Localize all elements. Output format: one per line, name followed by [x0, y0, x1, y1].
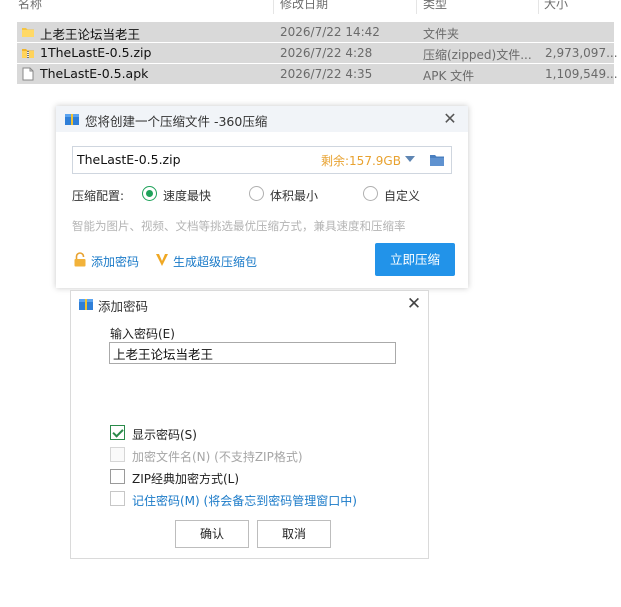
radio-selected-icon [142, 186, 157, 201]
file-type: 文件夹 [423, 27, 460, 41]
file-row[interactable]: TheLastE-0.5.apk 2026/7/22 4:35 APK 文件 1… [17, 64, 618, 84]
cancel-button[interactable]: 取消 [257, 520, 331, 548]
file-name: 1TheLastE-0.5.zip [40, 45, 152, 60]
add-password-dialog: 添加密码 ✕ 输入密码(E) 显示密码(S) 加密文件名(N) (不支持ZIP格… [70, 290, 429, 559]
lock-icon [74, 252, 86, 267]
zip-icon [22, 49, 34, 58]
confirm-button[interactable]: 确认 [175, 520, 249, 548]
column-header: 名称 修改日期 类型 大小 [0, 0, 621, 14]
remaining-space: 剩余:157.9GB [321, 154, 401, 168]
checkbox-unchecked-icon [110, 469, 125, 484]
column-divider[interactable] [538, 0, 539, 14]
radio-label: 速度最快 [163, 189, 212, 203]
output-filename[interactable]: TheLastE-0.5.zip [77, 152, 181, 167]
folder-icon [22, 28, 34, 37]
archive-app-icon [79, 299, 93, 310]
column-divider[interactable] [416, 0, 417, 14]
radio-label: 体积最小 [270, 189, 319, 203]
checkbox-checked-icon [110, 425, 125, 440]
file-size: 2,973,097... [545, 46, 618, 60]
dialog-title: 添加密码 [98, 299, 149, 314]
radio-label: 自定义 [384, 189, 421, 203]
file-date: 2026/7/22 4:28 [280, 46, 373, 60]
password-label: 输入密码(E) [110, 327, 175, 341]
compress-dialog: 您将创建一个压缩文件 -360压缩 ✕ TheLastE-0.5.zip 剩余:… [56, 106, 468, 288]
compress-config-label: 压缩配置: [72, 189, 125, 203]
column-name[interactable]: 名称 [18, 0, 42, 12]
output-path-field[interactable]: TheLastE-0.5.zip 剩余:157.9GB [72, 146, 452, 174]
password-input[interactable] [109, 342, 396, 364]
dialog-title: 您将创建一个压缩文件 -360压缩 [85, 114, 268, 129]
archive-app-icon [65, 114, 79, 125]
checkbox-unchecked-icon [110, 491, 125, 506]
apk-icon [22, 67, 34, 81]
close-icon[interactable]: ✕ [404, 294, 424, 314]
radio-unselected-icon [363, 186, 378, 201]
compress-now-button[interactable]: 立即压缩 [375, 243, 455, 276]
dialog-titlebar[interactable]: 添加密码 ✕ [71, 291, 428, 317]
file-row[interactable]: 上老王论坛当老王 2026/7/22 14:42 文件夹 [17, 22, 614, 42]
dropdown-arrow-icon[interactable] [405, 156, 415, 162]
file-row[interactable]: 1TheLastE-0.5.zip 2026/7/22 4:28 压缩(zipp… [17, 43, 618, 63]
close-icon[interactable]: ✕ [440, 109, 460, 129]
file-type: 压缩(zipped)文件... [423, 48, 532, 62]
compress-hint: 智能为图片、视频、文档等挑选最优压缩方式，兼具速度和压缩率 [72, 219, 406, 233]
file-size: 1,109,549... [545, 67, 618, 81]
v-badge-icon [156, 254, 168, 266]
file-name: 上老王论坛当老王 [40, 27, 141, 42]
file-type: APK 文件 [423, 69, 475, 83]
file-date: 2026/7/22 14:42 [280, 25, 380, 39]
dialog-titlebar[interactable]: 您将创建一个压缩文件 -360压缩 ✕ [56, 106, 468, 132]
browse-folder-icon[interactable] [430, 154, 444, 166]
file-date: 2026/7/22 4:35 [280, 67, 373, 81]
column-date[interactable]: 修改日期 [280, 0, 328, 12]
column-divider[interactable] [273, 0, 274, 14]
column-size[interactable]: 大小 [544, 0, 568, 12]
file-name: TheLastE-0.5.apk [40, 66, 149, 81]
column-type[interactable]: 类型 [423, 0, 447, 12]
checkbox-disabled-icon [110, 447, 125, 462]
radio-unselected-icon [249, 186, 264, 201]
